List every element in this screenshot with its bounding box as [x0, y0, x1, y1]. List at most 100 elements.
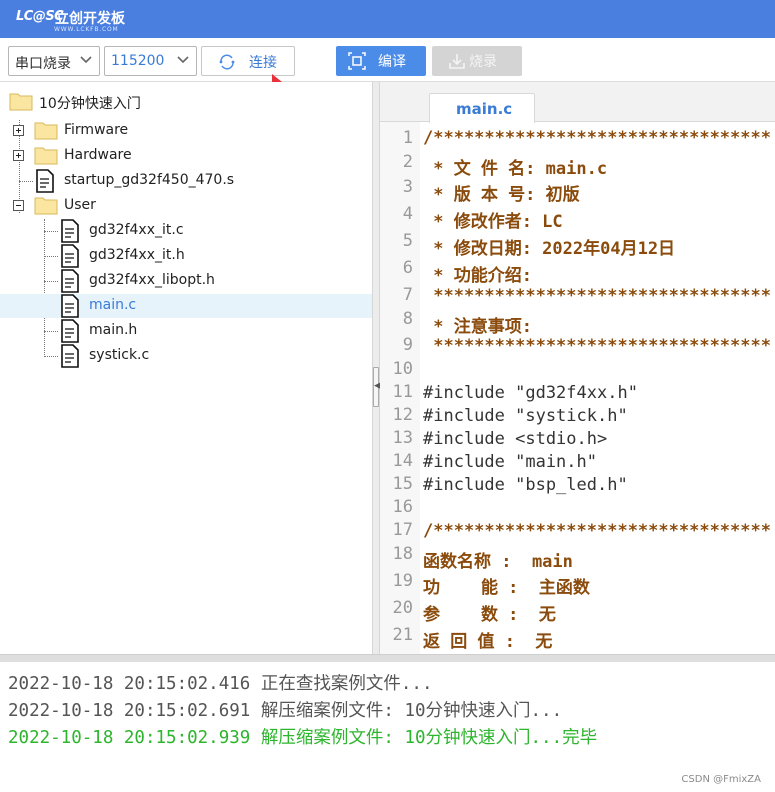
burn-button[interactable]: 烧录 — [432, 46, 522, 76]
download-icon — [449, 54, 465, 69]
tree-item-hardware[interactable]: Hardware — [0, 144, 372, 168]
file-icon — [61, 344, 79, 368]
line-number: 4 — [402, 204, 413, 224]
log-timestamp: 2022-10-18 20:15:02.416 — [8, 674, 251, 694]
log-message: 正在查找案例文件... — [260, 674, 433, 694]
code-line[interactable]: /********************************* — [423, 128, 771, 148]
code-line[interactable]: #include <stdio.h> — [423, 429, 607, 449]
log-line: 2022-10-18 20:15:02.416 正在查找案例文件... — [8, 670, 432, 695]
tree-item-label: gd32f4xx_it.h — [89, 247, 185, 263]
log-message: 解压缩案例文件: 10分钟快速入门...完毕 — [260, 728, 598, 748]
line-number: 16 — [392, 497, 413, 517]
log-timestamp: 2022-10-18 20:15:02.691 — [8, 701, 251, 721]
folder-icon — [9, 93, 33, 111]
code-line[interactable]: 参 数 : 无 — [423, 600, 556, 625]
connect-icon — [219, 54, 235, 70]
line-number: 17 — [392, 520, 413, 540]
tree-item-main-c[interactable]: main.c — [0, 294, 372, 318]
line-number: 6 — [402, 258, 413, 278]
tree-item-label: startup_gd32f450_470.s — [64, 172, 235, 188]
baud-rate-select[interactable]: 115200 — [104, 46, 197, 76]
code-line[interactable]: 函数名称 : main — [423, 547, 573, 572]
line-number: 10 — [392, 359, 413, 379]
tree-item-label: main.c — [89, 297, 137, 313]
code-line[interactable]: #include "main.h" — [423, 452, 597, 472]
tree-item-label: gd32f4xx_it.c — [89, 222, 184, 238]
tree-item-file[interactable]: systick.c — [0, 344, 372, 368]
tree-item-file[interactable]: main.h — [0, 319, 372, 343]
chevron-down-icon — [177, 56, 189, 64]
folder-icon — [34, 122, 58, 140]
tree-item-file[interactable]: gd32f4xx_it.c — [0, 219, 372, 243]
code-line[interactable]: * 修改日期: 2022年04月12日 — [423, 234, 675, 259]
expand-icon[interactable] — [13, 125, 24, 136]
collapse-icon[interactable] — [13, 200, 24, 211]
log-line: 2022-10-18 20:15:02.691 解压缩案例文件: 10分钟快速入… — [8, 697, 562, 722]
line-number: 7 — [402, 285, 413, 305]
burn-mode-select[interactable]: 串口烧录 — [8, 46, 100, 76]
tree-root-label: 10分钟快速入门 — [39, 96, 141, 112]
line-number: 1 — [402, 128, 413, 148]
title-bar: LC@SC 立创开发板 WWW.LCKFB.COM — [0, 0, 775, 38]
tree-root[interactable]: 10分钟快速入门 — [0, 90, 372, 114]
burn-label: 烧录 — [469, 54, 497, 70]
tab-label: main.c — [456, 100, 513, 118]
line-number: 20 — [392, 598, 413, 618]
tab-main-c[interactable]: main.c — [429, 93, 535, 123]
code-line[interactable]: * 功能介绍: — [423, 261, 532, 286]
line-number: 18 — [392, 544, 413, 564]
code-line[interactable]: * 文 件 名: main.c — [423, 154, 607, 179]
tree-item-file[interactable]: gd32f4xx_it.h — [0, 244, 372, 268]
log-line-success: 2022-10-18 20:15:02.939 解压缩案例文件: 10分钟快速入… — [8, 724, 597, 749]
tree-item-label: Firmware — [64, 122, 129, 138]
code-line[interactable]: 功 能 : 主函数 — [423, 573, 590, 598]
editor-tabbar: main.c — [380, 82, 775, 123]
line-number: 15 — [392, 474, 413, 494]
panel-splitter[interactable]: ◀ — [372, 82, 381, 654]
code-line[interactable]: #include "systick.h" — [423, 406, 628, 426]
line-number: 11 — [392, 382, 413, 402]
burn-mode-value: 串口烧录 — [15, 56, 71, 72]
code-line[interactable]: ********************************* — [423, 286, 771, 306]
tree-item-label: Hardware — [64, 147, 132, 163]
file-icon — [61, 294, 79, 318]
tree-item-label: gd32f4xx_libopt.h — [89, 272, 215, 288]
file-icon — [61, 244, 79, 268]
tree-item-file[interactable]: gd32f4xx_libopt.h — [0, 269, 372, 293]
tree-item-firmware[interactable]: Firmware — [0, 119, 372, 143]
file-icon — [61, 219, 79, 243]
compile-icon — [348, 52, 366, 70]
connect-label: 连接 — [249, 55, 277, 71]
tree-item-label: User — [64, 197, 96, 213]
output-log: 2022-10-18 20:15:02.416 正在查找案例文件... 2022… — [0, 662, 775, 792]
code-line[interactable]: * 版 本 号: 初版 — [423, 180, 579, 205]
code-line[interactable]: /********************************* — [423, 521, 771, 541]
line-number: 5 — [402, 231, 413, 251]
code-line[interactable]: * 注意事项: — [423, 312, 532, 337]
tree-item-label: main.h — [89, 322, 138, 338]
line-number-gutter: 1 2 3 4 5 6 7 8 9 10 11 12 13 14 15 16 1… — [380, 122, 420, 654]
folder-icon — [34, 147, 58, 165]
line-number: 12 — [392, 405, 413, 425]
tree-item-user[interactable]: User — [0, 194, 372, 218]
compile-button[interactable]: 编译 — [336, 46, 426, 76]
line-number: 13 — [392, 428, 413, 448]
file-icon — [61, 319, 79, 343]
line-number: 2 — [402, 152, 413, 172]
file-tree: 10分钟快速入门 Firmware Hardware startup_gd32f… — [0, 82, 372, 654]
code-line[interactable]: ********************************* — [423, 336, 771, 356]
expand-icon[interactable] — [13, 150, 24, 161]
collapse-handle[interactable]: ◀ — [373, 367, 381, 407]
line-number: 21 — [392, 625, 413, 645]
line-number: 8 — [402, 309, 413, 329]
log-message: 解压缩案例文件: 10分钟快速入门... — [260, 701, 563, 721]
log-resize-bar[interactable] — [0, 654, 775, 662]
code-line[interactable]: #include "bsp_led.h" — [423, 475, 628, 495]
tree-item-startup-file[interactable]: startup_gd32f450_470.s — [0, 169, 372, 193]
code-line[interactable]: 返 回 值 : 无 — [423, 627, 552, 652]
folder-icon — [34, 197, 58, 215]
code-line[interactable]: #include "gd32f4xx.h" — [423, 383, 638, 403]
chevron-down-icon — [80, 56, 92, 64]
code-line[interactable]: * 修改作者: LC — [423, 207, 562, 232]
line-number: 19 — [392, 571, 413, 591]
